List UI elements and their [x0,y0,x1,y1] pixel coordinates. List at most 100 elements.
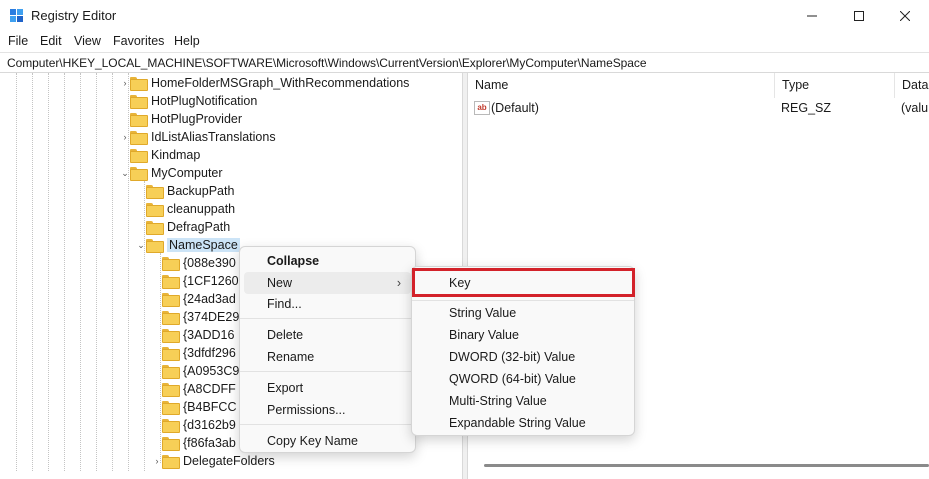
tree-node[interactable]: › HomeFolderMSGraph_WithRecommendations [120,74,409,92]
value-type: REG_SZ [781,101,832,115]
tree-node[interactable]: {3ADD16 [152,326,234,344]
chevron-right-icon[interactable]: › [120,74,130,92]
horizontal-scrollbar[interactable] [484,464,929,467]
title-bar[interactable]: Registry Editor [0,0,929,32]
tree-expander [120,110,130,128]
tree-node-label[interactable]: {A8CDFF [183,382,236,396]
tree-node-label[interactable]: {24ad3ad [183,292,236,306]
folder-icon [162,401,180,415]
menu-view[interactable]: View [74,34,101,48]
value-name[interactable]: (Default) [491,98,539,118]
tree-node-label[interactable]: HotPlugProvider [151,112,242,126]
tree-node-label[interactable]: Kindmap [151,148,200,162]
tree-bottom-edge [0,471,462,479]
tree-node[interactable]: BackupPath [136,182,234,200]
tree-node[interactable]: {374DE29 [152,308,239,326]
tree-node[interactable]: Kindmap [120,146,200,164]
menu-new-multi-string-value[interactable]: Multi-String Value [416,390,630,412]
minimize-button[interactable] [789,0,835,32]
tree-node-label[interactable]: MyComputer [151,166,223,180]
tree-node-label[interactable]: IdListAliasTranslations [151,130,276,144]
folder-icon [162,311,180,325]
tree-node[interactable]: cleanuppath [136,200,235,218]
tree-node[interactable]: DefragPath [136,218,230,236]
menu-new-expandable-string-value[interactable]: Expandable String Value [416,412,630,434]
tree-guide [64,73,65,479]
folder-icon [146,221,164,235]
folder-icon [130,113,148,127]
tree-node-label[interactable]: HomeFolderMSGraph_WithRecommendations [151,76,409,90]
tree-node[interactable]: › IdListAliasTranslations [120,128,276,146]
tree-node-label[interactable]: {d3162b9 [183,418,236,432]
key-highlight-box [412,268,635,297]
chevron-down-icon[interactable]: ⌄ [120,164,130,182]
address-bar[interactable]: Computer\HKEY_LOCAL_MACHINE\SOFTWARE\Mic… [0,52,929,73]
tree-node-label[interactable]: {f86fa3ab [183,436,236,450]
tree-node-label[interactable]: BackupPath [167,184,234,198]
column-header-name[interactable]: Name [468,73,775,98]
address-path[interactable]: Computer\HKEY_LOCAL_MACHINE\SOFTWARE\Mic… [7,56,647,70]
menu-favorites[interactable]: Favorites [113,34,164,48]
menu-new-dword-value[interactable]: DWORD (32-bit) Value [416,346,630,368]
tree-node[interactable]: › DelegateFolders [152,452,275,470]
tree-node-label[interactable]: {3dfdf296 [183,346,236,360]
tree-expander [152,326,162,344]
tree-node[interactable]: {1CF1260 [152,272,239,290]
menu-rename[interactable]: Rename [244,346,411,368]
menu-edit[interactable]: Edit [40,34,62,48]
menu-export[interactable]: Export [244,377,411,399]
tree-node[interactable]: {B4BFCC [152,398,237,416]
tree-expander [136,182,146,200]
tree-node-label[interactable]: NameSpace [167,238,240,252]
tree-node-label[interactable]: {088e390 [183,256,236,270]
tree-node[interactable]: {088e390 [152,254,236,272]
menu-find[interactable]: Find... [244,293,411,315]
tree-node[interactable]: HotPlugProvider [120,110,242,128]
folder-icon [162,437,180,451]
tree-node[interactable]: {A8CDFF [152,380,236,398]
tree-expander [152,416,162,434]
tree-node-label[interactable]: DelegateFolders [183,454,275,468]
tree-node-selected[interactable]: ⌄ NameSpace [136,236,240,254]
tree-node[interactable]: {24ad3ad [152,290,236,308]
tree-node[interactable]: {f86fa3ab [152,434,236,452]
menu-new-qword-value[interactable]: QWORD (64-bit) Value [416,368,630,390]
tree-expander [152,380,162,398]
menu-new-string-value[interactable]: String Value [416,302,630,324]
tree-node[interactable]: {d3162b9 [152,416,236,434]
tree-node-label[interactable]: {B4BFCC [183,400,237,414]
tree-expander [120,92,130,110]
value-row[interactable]: ab (Default) REG_SZ (valu [474,98,928,118]
menu-help[interactable]: Help [174,34,200,48]
menu-new-binary-value[interactable]: Binary Value [416,324,630,346]
tree-expander [152,254,162,272]
tree-node-label[interactable]: {A0953C9 [183,364,239,378]
menu-delete[interactable]: Delete [244,324,411,346]
menu-file[interactable]: File [8,34,28,48]
column-header-type[interactable]: Type [775,73,895,98]
chevron-right-icon[interactable]: › [120,128,130,146]
folder-icon [130,167,148,181]
tree-node-label[interactable]: cleanuppath [167,202,235,216]
menu-copy-key-name[interactable]: Copy Key Name [244,430,411,452]
tree-node[interactable]: HotPlugNotification [120,92,257,110]
menu-permissions[interactable]: Permissions... [244,399,411,421]
tree-node-label[interactable]: DefragPath [167,220,230,234]
close-button[interactable] [882,0,928,32]
tree-node[interactable]: {A0953C9 [152,362,239,380]
tree-node-label[interactable]: {1CF1260 [183,274,239,288]
column-header-data[interactable]: Data [895,73,929,98]
tree-node-label[interactable]: {374DE29 [183,310,239,324]
menu-new[interactable]: New › [244,272,411,294]
tree-node-label[interactable]: HotPlugNotification [151,94,257,108]
menu-collapse[interactable]: Collapse [244,250,411,272]
tree-node[interactable]: ⌄ MyComputer [120,164,223,182]
chevron-right-icon[interactable]: › [152,452,162,470]
chevron-down-icon[interactable]: ⌄ [136,236,146,254]
folder-icon [130,131,148,145]
maximize-button[interactable] [836,0,882,32]
tree-node-label[interactable]: {3ADD16 [183,328,234,342]
value-data: (valu [901,101,929,115]
tree-node[interactable]: {3dfdf296 [152,344,236,362]
menu-separator [240,371,415,372]
